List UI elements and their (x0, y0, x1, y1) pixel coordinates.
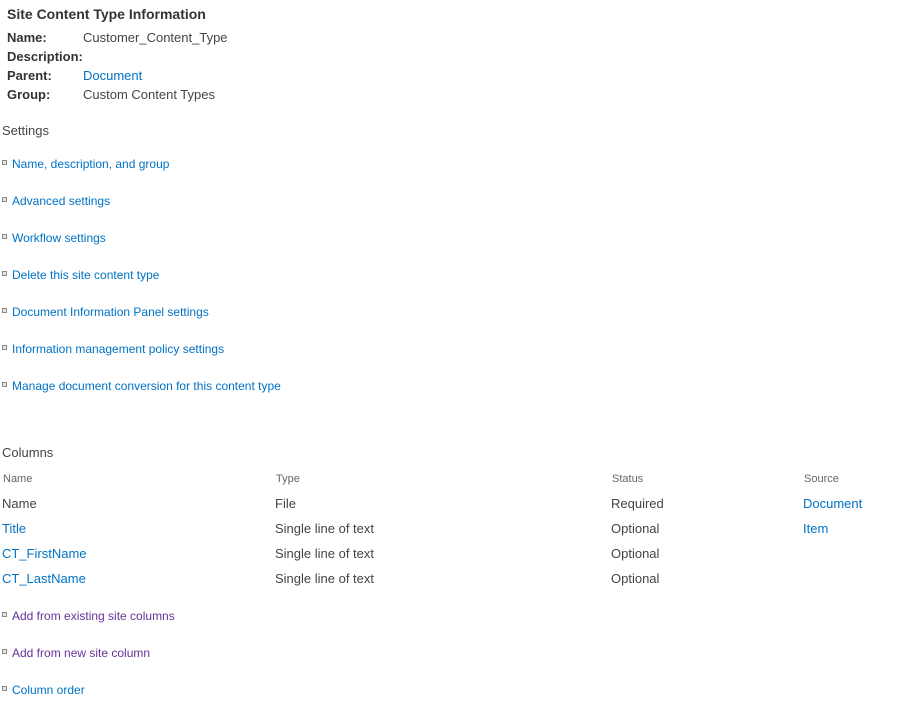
link-label: Information management policy settings (12, 342, 225, 356)
name-description-group-link[interactable]: Name, description, and group (2, 156, 169, 172)
bullet-square-icon (2, 234, 7, 240)
bullet-square-icon (2, 197, 7, 203)
link-label: Advanced settings (12, 194, 111, 208)
bullet-square-icon (2, 308, 7, 314)
info-value-name: Customer_Content_Type (83, 30, 228, 45)
column-header-source: Source (804, 473, 839, 485)
column-status-cell: Optional (611, 571, 660, 586)
table-row: Name File Required Document (0, 494, 900, 514)
bullet-square-icon (2, 612, 7, 618)
bullet-square-icon (2, 686, 7, 692)
column-status-cell: Optional (611, 546, 660, 561)
link-label: Delete this site content type (12, 268, 160, 282)
bullet-square-icon (2, 649, 7, 655)
workflow-settings-link[interactable]: Workflow settings (2, 230, 106, 246)
info-value-group: Custom Content Types (83, 87, 215, 102)
column-type-cell: Single line of text (275, 521, 375, 536)
column-source-link[interactable]: Document (803, 494, 862, 514)
column-type-cell: Single line of text (275, 546, 375, 561)
column-name-link[interactable]: CT_FirstName (2, 544, 87, 564)
delete-content-type-link[interactable]: Delete this site content type (2, 267, 159, 283)
link-label: Add from new site column (12, 646, 151, 660)
link-label: Workflow settings (12, 231, 106, 245)
column-header-type: Type (276, 473, 300, 485)
document-conversion-link[interactable]: Manage document conversion for this cont… (2, 378, 281, 394)
table-row: CT_LastName Single line of text Optional (0, 569, 900, 589)
info-label-group: Group: (7, 87, 51, 102)
bullet-square-icon (2, 345, 7, 351)
column-name-link[interactable]: CT_LastName (2, 569, 86, 589)
settings-heading: Settings (2, 123, 49, 138)
link-label: Add from existing site columns (12, 609, 175, 623)
parent-link[interactable]: Document (83, 66, 142, 85)
column-source-link[interactable]: Item (803, 519, 828, 539)
info-label-name: Name: (7, 30, 47, 45)
table-row: CT_FirstName Single line of text Optiona… (0, 544, 900, 564)
info-title: Site Content Type Information (7, 6, 206, 22)
information-management-policy-link[interactable]: Information management policy settings (2, 341, 224, 357)
column-order-link[interactable]: Column order (2, 682, 85, 698)
link-label: Manage document conversion for this cont… (12, 379, 281, 393)
link-label: Document Information Panel settings (12, 305, 209, 319)
column-header-status: Status (612, 473, 644, 485)
add-new-site-column-link[interactable]: Add from new site column (2, 645, 150, 661)
column-status-cell: Optional (611, 521, 660, 536)
column-name-link[interactable]: Title (2, 519, 26, 539)
info-label-parent: Parent: (7, 68, 52, 83)
columns-heading: Columns (2, 445, 54, 460)
content-type-settings-page: Site Content Type Information Name: Cust… (0, 0, 900, 712)
column-name-cell: Name (2, 496, 37, 511)
bullet-square-icon (2, 382, 7, 388)
info-label-description: Description: (7, 49, 83, 64)
document-information-panel-link[interactable]: Document Information Panel settings (2, 304, 209, 320)
column-type-cell: Single line of text (275, 571, 375, 586)
column-status-cell: Required (611, 496, 664, 511)
add-existing-site-columns-link[interactable]: Add from existing site columns (2, 608, 175, 624)
bullet-square-icon (2, 160, 7, 166)
column-header-name: Name (3, 473, 33, 485)
column-type-cell: File (275, 496, 296, 511)
table-row: Title Single line of text Optional Item (0, 519, 900, 539)
advanced-settings-link[interactable]: Advanced settings (2, 193, 110, 209)
bullet-square-icon (2, 271, 7, 277)
link-label: Column order (12, 683, 85, 697)
link-label: Name, description, and group (12, 157, 170, 171)
